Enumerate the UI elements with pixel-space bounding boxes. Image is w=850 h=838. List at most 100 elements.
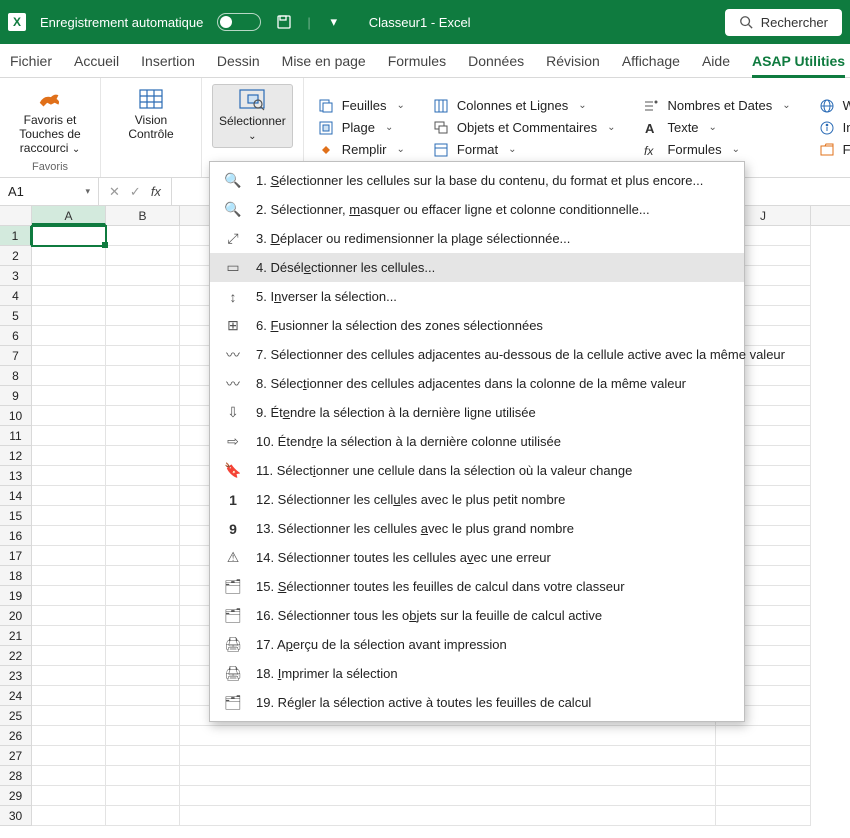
cell[interactable] bbox=[32, 366, 106, 386]
cell[interactable] bbox=[716, 786, 811, 806]
cell[interactable] bbox=[32, 606, 106, 626]
cell[interactable] bbox=[180, 786, 716, 806]
cell[interactable] bbox=[32, 586, 106, 606]
search-button[interactable]: Rechercher bbox=[725, 9, 842, 36]
menu-item-3[interactable]: ⤢3. Déplacer ou redimensionner la plage … bbox=[210, 224, 744, 253]
menu-item-11[interactable]: 🔖11. Sélectionner une cellule dans la sé… bbox=[210, 456, 744, 485]
menu-item-15[interactable]: 🗂15. Sélectionner toutes les feuilles de… bbox=[210, 572, 744, 601]
menu-item-2[interactable]: 🔍2. Sélectionner, masquer ou effacer lig… bbox=[210, 195, 744, 224]
row-header[interactable]: 22 bbox=[0, 646, 32, 666]
remplir-button[interactable]: Remplir⌄ bbox=[318, 142, 405, 158]
row-header[interactable]: 13 bbox=[0, 466, 32, 486]
cell[interactable] bbox=[106, 766, 180, 786]
vision-button[interactable]: Vision Contrôle bbox=[111, 84, 191, 146]
cell[interactable] bbox=[106, 666, 180, 686]
cell[interactable] bbox=[106, 246, 180, 266]
cell[interactable] bbox=[32, 566, 106, 586]
cell[interactable] bbox=[106, 566, 180, 586]
cell[interactable] bbox=[716, 766, 811, 786]
cell[interactable] bbox=[106, 726, 180, 746]
row-header[interactable]: 16 bbox=[0, 526, 32, 546]
menu-item-1[interactable]: 🔍1. Sélectionner les cellules sur la bas… bbox=[210, 166, 744, 195]
cell[interactable] bbox=[32, 666, 106, 686]
cell[interactable] bbox=[32, 266, 106, 286]
menu-item-6[interactable]: ⊞6. Fusionner la sélection des zones sél… bbox=[210, 311, 744, 340]
cell[interactable] bbox=[106, 786, 180, 806]
qat-caret-icon[interactable]: ▾ bbox=[325, 13, 343, 31]
cell[interactable] bbox=[106, 546, 180, 566]
informations-button[interactable]: Informations⌄ bbox=[819, 120, 850, 136]
cell[interactable] bbox=[32, 546, 106, 566]
cell[interactable] bbox=[32, 246, 106, 266]
row-header[interactable]: 19 bbox=[0, 586, 32, 606]
menu-item-8[interactable]: 〰8. Sélectionner des cellules adjacentes… bbox=[210, 369, 744, 398]
row-header[interactable]: 27 bbox=[0, 746, 32, 766]
tab-insertion[interactable]: Insertion bbox=[141, 44, 195, 77]
cell[interactable] bbox=[106, 606, 180, 626]
cell[interactable] bbox=[106, 806, 180, 826]
cell[interactable] bbox=[32, 406, 106, 426]
cell[interactable] bbox=[106, 506, 180, 526]
menu-item-16[interactable]: 🗂16. Sélectionner tous les objets sur la… bbox=[210, 601, 744, 630]
row-header[interactable]: 11 bbox=[0, 426, 32, 446]
cell[interactable] bbox=[106, 626, 180, 646]
menu-item-13[interactable]: 913. Sélectionner les cellules avec le p… bbox=[210, 514, 744, 543]
menu-item-12[interactable]: 112. Sélectionner les cellules avec le p… bbox=[210, 485, 744, 514]
texte-button[interactable]: ATexte⌄ bbox=[643, 120, 790, 136]
cell[interactable] bbox=[106, 306, 180, 326]
feuilles-button[interactable]: Feuilles⌄ bbox=[318, 98, 405, 114]
row-header[interactable]: 29 bbox=[0, 786, 32, 806]
menu-item-14[interactable]: ⚠14. Sélectionner toutes les cellules av… bbox=[210, 543, 744, 572]
row-header[interactable]: 25 bbox=[0, 706, 32, 726]
row-header[interactable]: 26 bbox=[0, 726, 32, 746]
cell[interactable] bbox=[32, 526, 106, 546]
cell[interactable] bbox=[106, 646, 180, 666]
cell[interactable] bbox=[32, 446, 106, 466]
menu-item-10[interactable]: ⇨10. Étendre la sélection à la dernière … bbox=[210, 427, 744, 456]
row-header[interactable]: 30 bbox=[0, 806, 32, 826]
cell[interactable] bbox=[32, 726, 106, 746]
cell[interactable] bbox=[32, 686, 106, 706]
cell[interactable] bbox=[180, 766, 716, 786]
tab-aide[interactable]: Aide bbox=[702, 44, 730, 77]
row-header[interactable]: 23 bbox=[0, 666, 32, 686]
menu-item-5[interactable]: ↕5. Inverser la sélection... bbox=[210, 282, 744, 311]
tab-affichage[interactable]: Affichage bbox=[622, 44, 680, 77]
menu-item-4[interactable]: ▭4. Désélectionner les cellules... bbox=[210, 253, 744, 282]
row-header[interactable]: 14 bbox=[0, 486, 32, 506]
plage-button[interactable]: Plage⌄ bbox=[318, 120, 405, 136]
cell[interactable] bbox=[32, 506, 106, 526]
row-header[interactable]: 1 bbox=[0, 226, 32, 246]
cell[interactable] bbox=[32, 626, 106, 646]
cell[interactable] bbox=[106, 706, 180, 726]
row-header[interactable]: 3 bbox=[0, 266, 32, 286]
cell[interactable] bbox=[106, 686, 180, 706]
menu-item-9[interactable]: ⇩9. Étendre la sélection à la dernière l… bbox=[210, 398, 744, 427]
cell[interactable] bbox=[32, 766, 106, 786]
row-header[interactable]: 5 bbox=[0, 306, 32, 326]
cell[interactable] bbox=[32, 706, 106, 726]
autosave-toggle[interactable] bbox=[217, 13, 261, 31]
row-header[interactable]: 2 bbox=[0, 246, 32, 266]
cell[interactable] bbox=[106, 466, 180, 486]
cell[interactable] bbox=[106, 486, 180, 506]
tab-miseenpage[interactable]: Mise en page bbox=[282, 44, 366, 77]
row-header[interactable]: 28 bbox=[0, 766, 32, 786]
tab-asap[interactable]: ASAP Utilities bbox=[752, 44, 845, 77]
cell[interactable] bbox=[106, 266, 180, 286]
cell[interactable] bbox=[716, 806, 811, 826]
cell[interactable] bbox=[32, 386, 106, 406]
col-header-a[interactable]: A bbox=[32, 206, 106, 225]
cell[interactable] bbox=[32, 326, 106, 346]
row-header[interactable]: 18 bbox=[0, 566, 32, 586]
row-header[interactable]: 10 bbox=[0, 406, 32, 426]
row-header[interactable]: 24 bbox=[0, 686, 32, 706]
cell[interactable] bbox=[32, 286, 106, 306]
cell[interactable] bbox=[32, 346, 106, 366]
select-all-corner[interactable] bbox=[0, 206, 32, 225]
menu-item-19[interactable]: 🗂19. Régler la sélection active à toutes… bbox=[210, 688, 744, 717]
row-header[interactable]: 8 bbox=[0, 366, 32, 386]
cell[interactable] bbox=[106, 746, 180, 766]
cell[interactable] bbox=[716, 726, 811, 746]
row-header[interactable]: 7 bbox=[0, 346, 32, 366]
